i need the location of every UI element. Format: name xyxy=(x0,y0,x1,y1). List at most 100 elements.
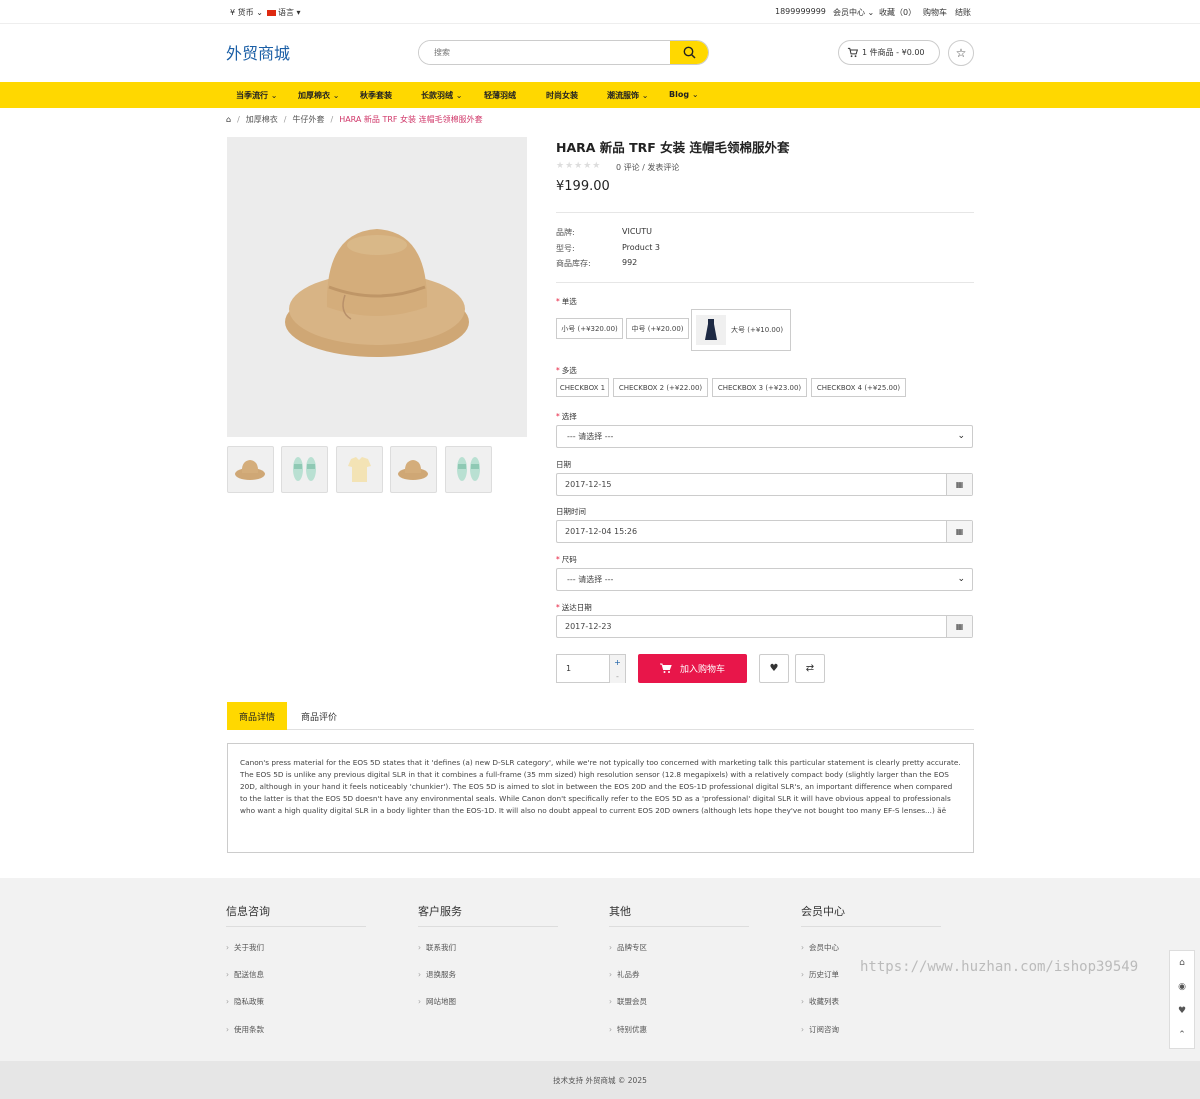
hat-thumbnail-image xyxy=(235,460,265,480)
thumbnail-hat-2[interactable] xyxy=(390,446,437,493)
chevron-down-icon: ⌄ xyxy=(332,91,340,100)
search-input[interactable] xyxy=(419,41,672,64)
menu-item-8[interactable]: Blog ⌄ xyxy=(669,90,699,99)
user-icon[interactable]: ◉ xyxy=(1170,975,1194,999)
menu-item-3[interactable]: 秋季套装 xyxy=(360,90,392,101)
checkbox-4[interactable]: CHECKBOX 4 (+¥25.00) xyxy=(811,378,906,397)
spec-label: 品牌: xyxy=(556,228,575,237)
footer-link[interactable]: 配送信息 xyxy=(226,969,264,980)
calendar-icon: ▦ xyxy=(955,480,964,489)
main-product-image[interactable] xyxy=(227,137,527,437)
footer-link[interactable]: 订阅咨询 xyxy=(801,1024,839,1035)
footer-link[interactable]: 退换服务 xyxy=(418,969,456,980)
checkbox-2[interactable]: CHECKBOX 2 (+¥22.00) xyxy=(613,378,708,397)
thumbnail-shirt[interactable] xyxy=(336,446,383,493)
currency-label: ¥ 货币 xyxy=(230,8,254,17)
menu-item-2[interactable]: 加厚棉衣 ⌄ xyxy=(298,90,340,101)
date-label: 日期 xyxy=(556,460,571,469)
calendar-button[interactable]: ▦ xyxy=(946,474,972,495)
decrement-button[interactable]: - xyxy=(609,669,625,683)
member-center-dropdown[interactable]: 会员中心 ⌄ xyxy=(833,7,874,18)
menu-item-6[interactable]: 时尚女装 xyxy=(546,90,578,101)
watermark: https://www.huzhan.com/ishop39549 xyxy=(860,959,1139,975)
breadcrumb-current[interactable]: HARA 新品 TRF 女装 连帽毛领棉服外套 xyxy=(339,115,482,124)
delivery-date-input[interactable]: 2017-12-23 ▦ xyxy=(556,615,973,638)
breadcrumb-link[interactable]: 加厚棉衣 xyxy=(246,115,278,124)
divider xyxy=(556,282,974,283)
footer-link[interactable]: 联系我们 xyxy=(418,942,456,953)
quantity-value[interactable]: 1 xyxy=(566,664,571,673)
radio-option-large[interactable]: 大号 (+¥10.00) xyxy=(691,309,791,351)
favorites-button[interactable]: ☆ xyxy=(948,40,974,66)
wishlist-link[interactable]: 收藏（0） xyxy=(879,7,916,18)
quantity-stepper[interactable]: 1 + - xyxy=(556,654,626,683)
menu-item-label: 当季流行 xyxy=(236,91,268,100)
site-logo[interactable]: 外贸商城 xyxy=(226,40,290,64)
checkout-link[interactable]: 结账 xyxy=(955,7,971,18)
search-button[interactable] xyxy=(670,41,708,64)
thumbnail-slippers-2[interactable] xyxy=(445,446,492,493)
compare-button[interactable]: ⇄ xyxy=(795,654,825,683)
hat-thumbnail-image xyxy=(398,460,428,480)
footer-link[interactable]: 联盟会员 xyxy=(609,996,647,1007)
spec-label: 型号: xyxy=(556,244,575,253)
breadcrumb-link[interactable]: 牛仔外套 xyxy=(292,115,324,124)
heart-icon[interactable]: ♥ xyxy=(1170,999,1194,1023)
thumbnail-hat[interactable] xyxy=(227,446,274,493)
calendar-button[interactable]: ▦ xyxy=(946,616,972,637)
calendar-button[interactable]: ▦ xyxy=(946,521,972,542)
currency-dropdown[interactable]: ¥ 货币 ⌄ xyxy=(230,7,263,18)
spec-value[interactable]: VICUTU xyxy=(622,227,652,236)
footer-link[interactable]: 网站地图 xyxy=(418,996,456,1007)
size-dropdown[interactable]: --- 请选择 --- ⌄ xyxy=(556,568,973,591)
footer-column-title: 其他 xyxy=(609,905,631,918)
menu-item-4[interactable]: 长款羽绒 ⌄ xyxy=(421,90,463,101)
footer-link[interactable]: 品牌专区 xyxy=(609,942,647,953)
label-text: 单选 xyxy=(561,297,577,306)
tab-details[interactable]: 商品详情 xyxy=(227,702,287,730)
exchange-icon: ⇄ xyxy=(805,663,815,674)
footer-link[interactable]: 特别优惠 xyxy=(609,1024,647,1035)
member-center-label: 会员中心 xyxy=(833,8,865,17)
chevron-down-icon: ⌄ xyxy=(957,431,965,441)
add-to-cart-button[interactable]: 加入购物车 xyxy=(638,654,747,683)
add-to-wishlist-button[interactable]: ♥ xyxy=(759,654,789,683)
thumbnail-slippers[interactable] xyxy=(281,446,328,493)
footer-link[interactable]: 收藏列表 xyxy=(801,996,839,1007)
cart-summary-text: 1 件商品 - ¥0.00 xyxy=(862,48,925,57)
chevron-up-icon[interactable]: ⌃ xyxy=(1170,1023,1194,1047)
chevron-down-icon: ⌄ xyxy=(641,91,649,100)
basket-icon[interactable]: ⌂ xyxy=(1170,951,1194,975)
menu-item-1[interactable]: 当季流行 ⌄ xyxy=(236,90,278,101)
chevron-down-icon: ⌄ xyxy=(957,574,965,584)
increment-button[interactable]: + xyxy=(609,655,625,669)
footer-link[interactable]: 会员中心 xyxy=(801,942,839,953)
divider xyxy=(609,926,749,927)
tab-reviews[interactable]: 商品评价 xyxy=(291,702,347,730)
cart-summary-button[interactable]: 1 件商品 - ¥0.00 xyxy=(838,40,940,65)
footer-link[interactable]: 隐私政策 xyxy=(226,996,264,1007)
footer-link[interactable]: 历史订单 xyxy=(801,969,839,980)
select-dropdown[interactable]: --- 请选择 --- ⌄ xyxy=(556,425,973,448)
checkbox-3[interactable]: CHECKBOX 3 (+¥23.00) xyxy=(712,378,807,397)
checkbox-1[interactable]: CHECKBOX 1 xyxy=(556,378,609,397)
reviews-link[interactable]: 0 评论 / 发表评论 xyxy=(616,162,679,173)
footer-link[interactable]: 关于我们 xyxy=(226,942,264,953)
footer-link[interactable]: 使用条款 xyxy=(226,1024,264,1035)
datetime-input[interactable]: 2017-12-04 15:26 ▦ xyxy=(556,520,973,543)
chevron-down-icon: ⌄ xyxy=(691,90,699,99)
menu-item-label: 潮流服饰 xyxy=(607,91,639,100)
calendar-icon: ▦ xyxy=(955,527,964,536)
home-icon[interactable]: ⌂ xyxy=(226,115,231,124)
menu-item-5[interactable]: 轻薄羽绒 xyxy=(484,90,516,101)
language-dropdown[interactable]: 语言 ▾ xyxy=(267,7,301,18)
label-text: 送达日期 xyxy=(561,603,592,612)
date-input[interactable]: 2017-12-15 ▦ xyxy=(556,473,973,496)
menu-item-7[interactable]: 潮流服饰 ⌄ xyxy=(607,90,649,101)
radio-option-medium[interactable]: 中号 (+¥20.00) xyxy=(626,318,689,339)
divider xyxy=(801,926,941,927)
footer-column-title: 信息咨询 xyxy=(226,905,270,918)
radio-option-small[interactable]: 小号 (+¥320.00) xyxy=(556,318,623,339)
footer-link[interactable]: 礼品券 xyxy=(609,969,640,980)
cart-link[interactable]: 购物车 xyxy=(923,7,947,18)
